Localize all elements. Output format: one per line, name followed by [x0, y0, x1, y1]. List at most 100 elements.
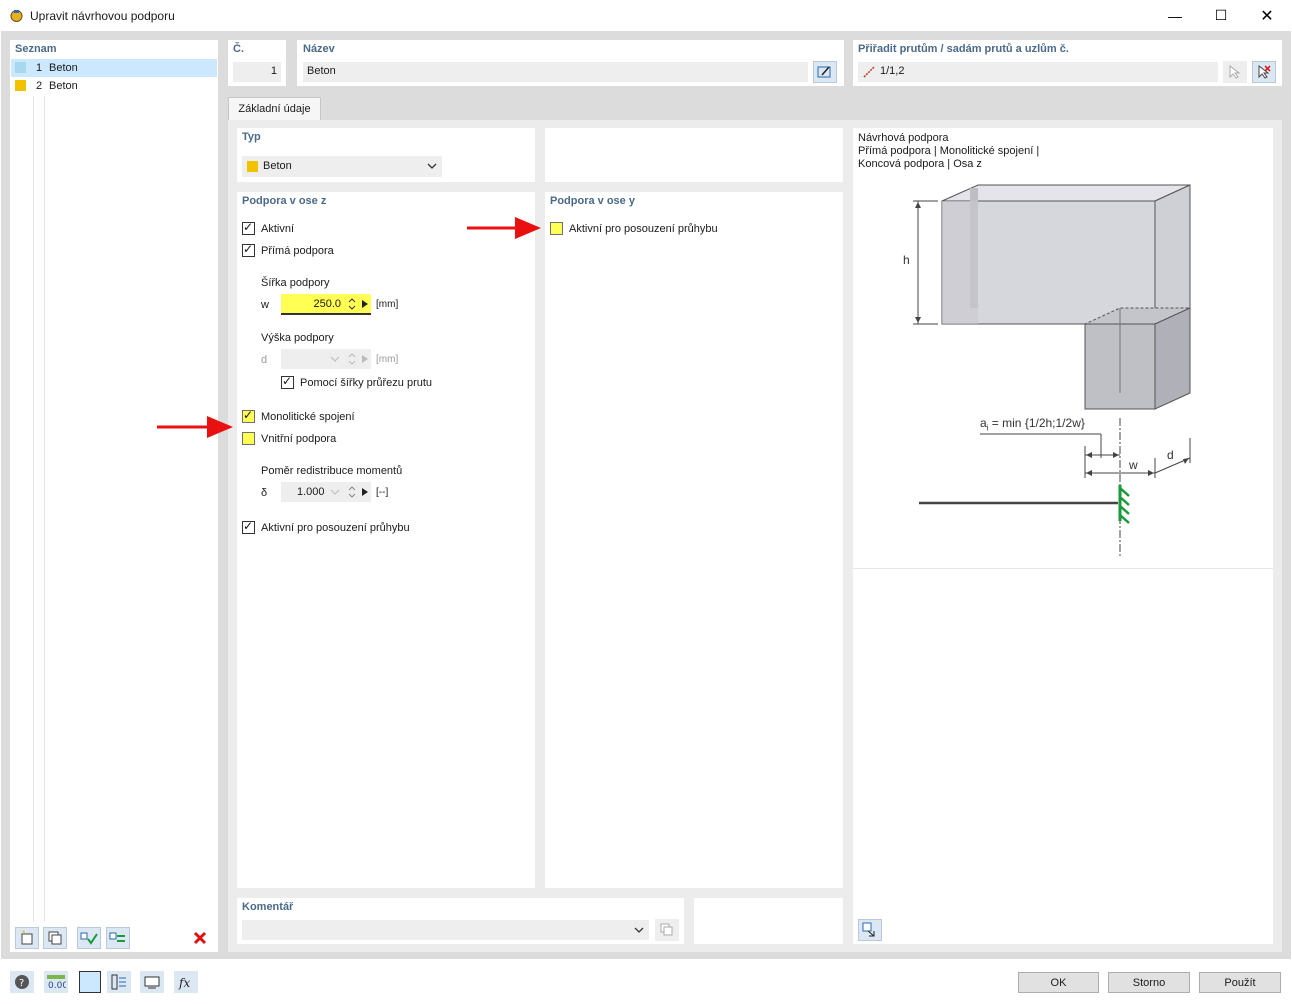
redistribution-value: 1.000	[297, 486, 325, 498]
height-symbol: d	[261, 354, 268, 366]
comment-input[interactable]	[242, 920, 649, 940]
minimize-button[interactable]: —	[1152, 0, 1198, 31]
list-item-number: 1	[36, 62, 43, 74]
spinner-icon	[348, 353, 356, 365]
redistribution-header: Poměr redistribuce momentů	[261, 465, 403, 477]
play-icon[interactable]	[362, 300, 368, 308]
close-button[interactable]: ✕	[1244, 0, 1290, 31]
formula-icon: fx	[178, 976, 190, 990]
direct-support-checkbox[interactable]	[242, 242, 255, 257]
redistribution-input[interactable]: 1.000	[281, 482, 371, 502]
width-header: Šířka podpory	[261, 277, 330, 289]
monolithic-checkbox[interactable]	[242, 408, 255, 423]
z-deflection-checkbox[interactable]	[242, 519, 255, 534]
member-icon	[863, 66, 875, 78]
cancel-button[interactable]: Storno	[1108, 972, 1190, 993]
y-deflection-checkbox[interactable]	[550, 222, 563, 235]
cursor-icon	[1229, 65, 1241, 79]
svg-text:?: ?	[19, 978, 24, 989]
uncheck-all-button[interactable]	[106, 927, 130, 949]
color-swatch-icon	[15, 62, 26, 73]
check-all-button[interactable]	[77, 927, 101, 949]
chevron-down-icon	[427, 163, 437, 169]
list-panel: Seznam 1 Beton 2 Beton	[10, 40, 218, 952]
active-checkbox[interactable]	[242, 220, 255, 235]
number-field[interactable]: 1	[233, 62, 281, 82]
play-icon[interactable]	[362, 488, 368, 496]
color-button[interactable]	[79, 971, 101, 993]
spinner-icon[interactable]	[348, 485, 356, 499]
by-width-checkbox[interactable]	[281, 374, 294, 389]
type-header: Typ	[242, 131, 261, 143]
z-support-panel: Podpora v ose z Aktivní Přímá podpora Ší…	[237, 192, 535, 888]
direct-support-label: Přímá podpora	[261, 245, 334, 257]
by-width-label: Pomocí šířky průřezu prutu	[300, 377, 433, 389]
y-deflection-label: Aktivní pro posouzení průhybu	[569, 223, 718, 235]
tab-basic-data[interactable]: Základní údaje	[228, 97, 321, 120]
window-title: Upravit návrhovou podporu	[30, 9, 175, 23]
z-deflection-label: Aktivní pro posouzení průhybu	[261, 522, 410, 534]
delete-button[interactable]	[188, 927, 212, 949]
copy-item-button[interactable]	[43, 927, 67, 949]
comment-header: Komentář	[242, 901, 294, 913]
redistribution-unit: [--]	[376, 487, 389, 498]
width-input[interactable]: 250.0	[281, 294, 371, 315]
app-icon	[10, 10, 23, 22]
dim-label-w: w	[1129, 458, 1138, 472]
list-header: Seznam	[15, 43, 57, 55]
dim-label-a-letter: a	[980, 416, 987, 430]
height-header: Výška podpory	[261, 332, 334, 344]
apply-button[interactable]: Použít	[1199, 972, 1281, 993]
formula-button[interactable]: fx	[174, 971, 198, 993]
clear-objects-button[interactable]	[1252, 61, 1276, 83]
chevron-down-icon	[330, 356, 340, 362]
internal-support-checkbox[interactable]	[242, 432, 255, 445]
width-value: 250.0	[313, 298, 341, 310]
assign-panel: Přiřadit prutům / sadám prutů a uzlům č.…	[853, 40, 1282, 86]
y-support-panel: Podpora v ose y Aktivní pro posouzení pr…	[545, 192, 843, 888]
preview-panel: Návrhová podpora Přímá podpora | Monolit…	[853, 128, 1273, 944]
view-button[interactable]	[140, 971, 164, 993]
ok-button[interactable]: OK	[1018, 972, 1099, 993]
height-unit: [mm]	[376, 354, 399, 365]
type-select[interactable]: Beton	[242, 156, 442, 177]
number-label: Č.	[233, 43, 244, 55]
structure-icon	[111, 974, 126, 990]
comment-library-button[interactable]	[655, 919, 679, 941]
units-button[interactable]: 0.00	[44, 971, 68, 993]
delete-icon	[193, 931, 207, 945]
structure-button[interactable]	[107, 971, 131, 993]
height-input	[281, 349, 371, 369]
chevron-down-icon	[330, 489, 340, 495]
new-item-icon	[21, 930, 33, 945]
edit-icon	[817, 66, 831, 78]
assign-field[interactable]: 1/1,2	[858, 62, 1218, 82]
list-item-label: Beton	[49, 80, 78, 92]
assign-label: Přiřadit prutům / sadám prutů a uzlům č.	[858, 43, 1069, 55]
dim-label-a: ai = min {1/2h;1/2w}	[980, 416, 1085, 432]
list-item[interactable]: 2 Beton	[11, 77, 217, 95]
width-symbol: w	[261, 299, 269, 311]
type-value: Beton	[263, 160, 292, 172]
name-field[interactable]: Beton	[303, 62, 808, 82]
uncheck-icon	[109, 932, 125, 942]
spinner-icon[interactable]	[348, 297, 356, 311]
maximize-button[interactable]: ☐	[1198, 0, 1244, 31]
edit-name-button[interactable]	[813, 61, 837, 83]
red-arrow-icon	[467, 217, 541, 239]
empty-panel	[545, 128, 843, 182]
title-bar: Upravit návrhovou podporu — ☐ ✕	[0, 0, 1292, 31]
internal-support-label: Vnitřní podpora	[261, 433, 337, 445]
empty-panel	[694, 898, 843, 944]
active-label: Aktivní	[261, 223, 295, 235]
support-diagram	[913, 184, 1191, 558]
new-item-button[interactable]	[15, 927, 39, 949]
help-button[interactable]: ?	[10, 971, 34, 993]
list-item[interactable]: 1 Beton	[11, 59, 217, 77]
pick-objects-button[interactable]	[1223, 61, 1247, 83]
chevron-down-icon[interactable]	[634, 926, 644, 934]
preview-options-button[interactable]	[858, 919, 882, 941]
y-support-header: Podpora v ose y	[550, 195, 635, 207]
decimals-icon: 0.00	[47, 975, 66, 990]
dim-label-h: h	[903, 253, 910, 267]
